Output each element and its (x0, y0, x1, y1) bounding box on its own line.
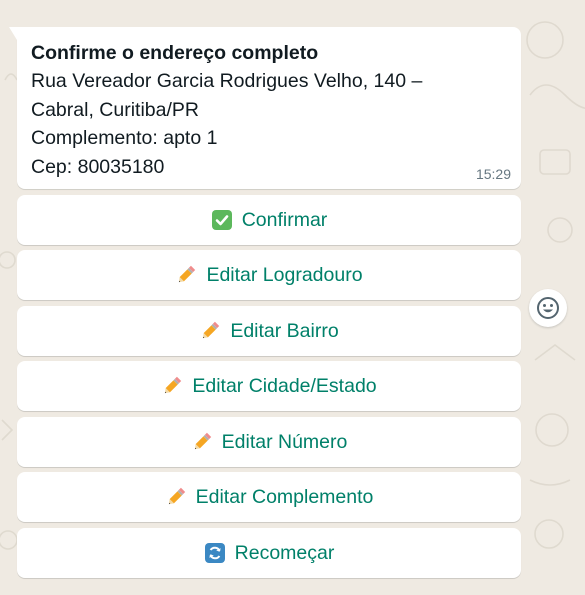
pencil-icon (199, 320, 221, 342)
edit-city-state-button[interactable]: Editar Cidade/Estado (17, 361, 521, 411)
edit-neighborhood-button[interactable]: Editar Bairro (17, 306, 521, 356)
pencil-icon (165, 486, 187, 508)
confirm-button[interactable]: Confirmar (17, 195, 521, 245)
edit-city-state-button-label: Editar Cidade/Estado (192, 374, 377, 397)
pencil-icon (161, 375, 183, 397)
edit-street-button-label: Editar Logradouro (206, 263, 363, 286)
react-button[interactable] (529, 289, 567, 327)
edit-neighborhood-button-label: Editar Bairro (230, 319, 339, 342)
edit-street-button[interactable]: Editar Logradouro (17, 250, 521, 300)
edit-complement-button[interactable]: Editar Complemento (17, 472, 521, 522)
pencil-icon (191, 431, 213, 453)
message-complement: Complemento: apto 1 (31, 127, 218, 149)
smiley-icon (537, 297, 559, 319)
message-cep: Cep: 80035180 (31, 155, 165, 178)
edit-number-button-label: Editar Número (221, 430, 348, 453)
check-box-icon (211, 209, 233, 231)
message-bubble: Confirme o endereço completo Rua Vereado… (9, 27, 521, 189)
edit-complement-button-label: Editar Complemento (195, 485, 374, 508)
message-timestamp: 15:29 (475, 166, 511, 182)
bubble-tail (9, 27, 17, 40)
restart-button[interactable]: Recomeçar (17, 528, 521, 578)
message-address-line-1: Rua Vereador Garcia Rodrigues Velho, 140… (31, 70, 423, 92)
edit-number-button[interactable]: Editar Número (17, 417, 521, 467)
confirm-button-label: Confirmar (241, 208, 328, 231)
refresh-icon (204, 542, 226, 564)
pencil-icon (175, 264, 197, 286)
message-title: Confirme o endereço completo (31, 42, 319, 64)
message-address-line-2: Cabral, Curitiba/PR (31, 98, 199, 121)
restart-button-label: Recomeçar (234, 541, 335, 564)
